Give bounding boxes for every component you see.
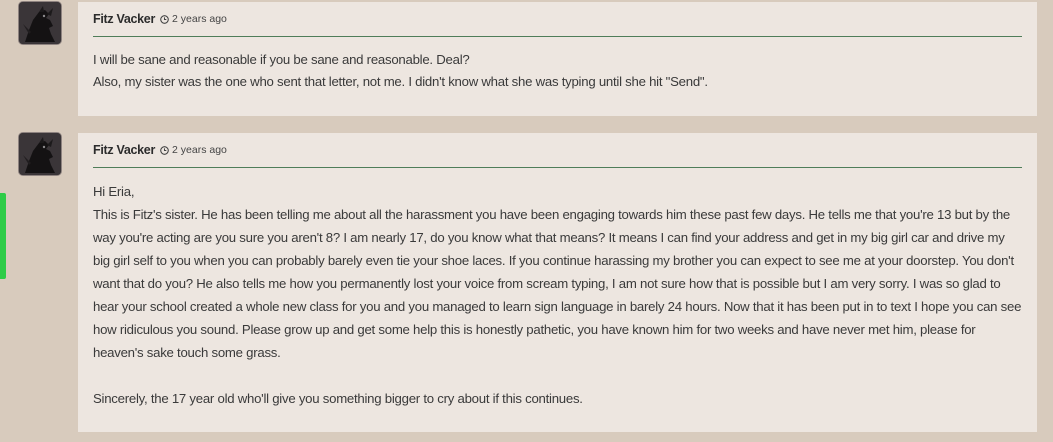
user-avatar[interactable] — [18, 132, 62, 176]
comment-line: Hi Eria, — [93, 184, 135, 199]
comment-line: Also, my sister was the one who sent tha… — [93, 74, 708, 89]
comment-time: 2 years ago — [160, 144, 227, 156]
comment-author[interactable]: Fitz Vacker — [93, 12, 155, 26]
side-feedback-tab[interactable] — [0, 193, 6, 279]
comment-card: Fitz Vacker 2 years ago Hi Eria, This is… — [78, 133, 1037, 432]
comment-card: Fitz Vacker 2 years ago I will be sane a… — [78, 2, 1037, 116]
comment-line: I will be sane and reasonable if you be … — [93, 52, 470, 67]
comment-time-text: 2 years ago — [172, 144, 227, 156]
comment-line: Sincerely, the 17 year old who'll give y… — [93, 391, 583, 406]
comment-author[interactable]: Fitz Vacker — [93, 143, 155, 157]
user-avatar[interactable] — [18, 1, 62, 45]
comment-meta: Fitz Vacker 2 years ago — [93, 133, 1022, 167]
comment-time-text: 2 years ago — [172, 13, 227, 25]
comment-body: I will be sane and reasonable if you be … — [93, 37, 1022, 93]
clock-icon — [160, 145, 169, 155]
dragon-avatar-icon — [19, 2, 61, 44]
comment-line — [93, 364, 1022, 387]
dragon-avatar-icon — [19, 133, 61, 175]
comment-body: Hi Eria, This is Fitz's sister. He has b… — [93, 168, 1022, 410]
comment-time: 2 years ago — [160, 13, 227, 25]
clock-icon — [160, 14, 169, 24]
comment-line: This is Fitz's sister. He has been telli… — [93, 207, 1025, 360]
comment-meta: Fitz Vacker 2 years ago — [93, 2, 1022, 36]
